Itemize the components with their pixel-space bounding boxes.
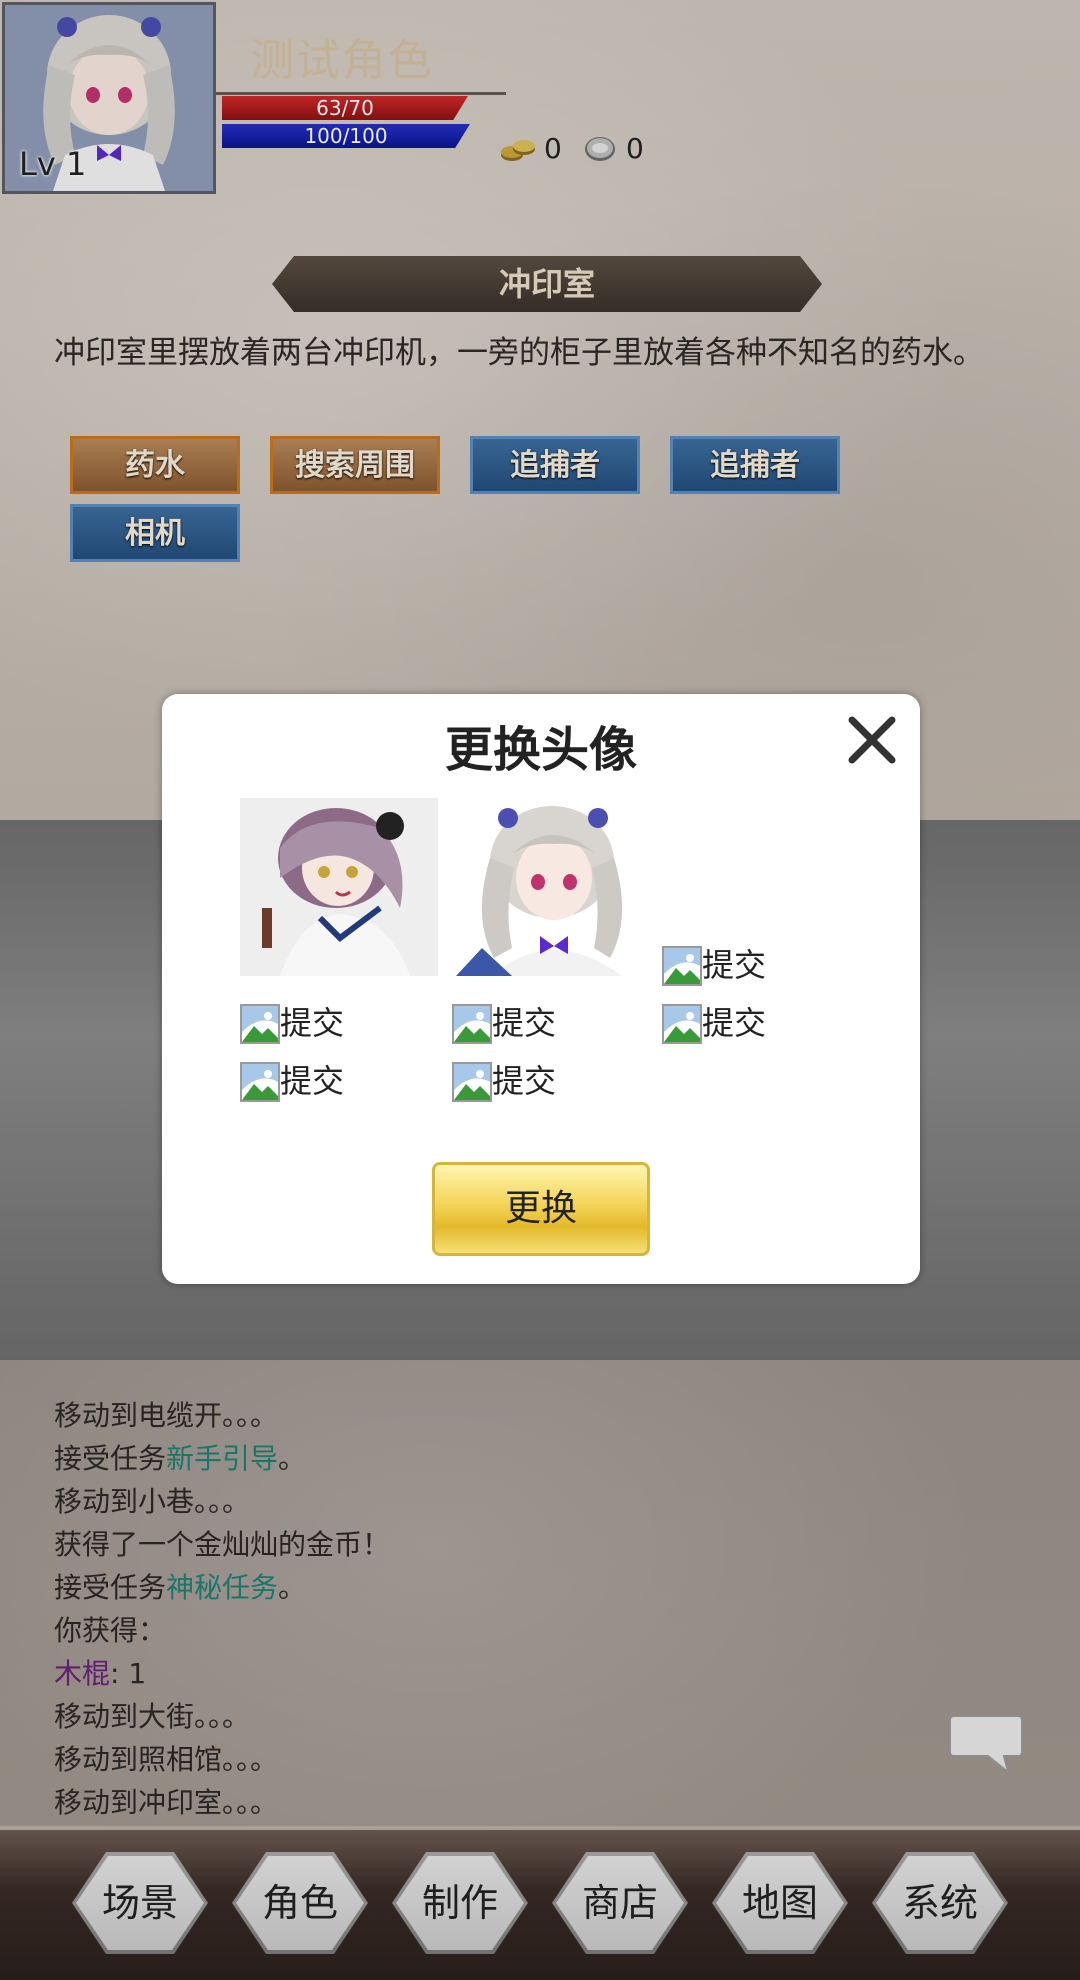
broken-image-icon [240,1062,280,1102]
avatar-option-2[interactable] [452,798,650,976]
broken-image-alt: 提交 [492,1062,557,1100]
broken-image-icon [452,1062,492,1102]
avatar-girl-1-icon [240,798,438,976]
confirm-change-button[interactable]: 更换 [432,1162,650,1256]
avatar-option-8[interactable]: 提交 [452,1056,556,1102]
close-button[interactable] [846,714,898,766]
broken-image-icon [662,946,702,986]
avatar-option-1[interactable] [240,798,438,976]
close-icon [848,716,896,764]
broken-image-alt: 提交 [702,1004,767,1042]
broken-image-icon [240,1004,280,1044]
broken-image-alt: 提交 [280,1004,345,1042]
broken-image-icon [452,1004,492,1044]
broken-image-alt: 提交 [492,1004,557,1042]
avatar-option-5[interactable]: 提交 [452,998,556,1044]
avatar-option-7[interactable]: 提交 [240,1056,344,1102]
change-avatar-dialog: 更换头像 提交 提交 提交 提交 提交 提交 更换 [162,694,920,1284]
avatar-option-3[interactable]: 提交 [662,940,766,986]
avatar-option-6[interactable]: 提交 [662,998,766,1044]
broken-image-icon [662,1004,702,1044]
broken-image-alt: 提交 [280,1062,345,1100]
broken-image-alt: 提交 [702,946,767,984]
avatar-option-4[interactable]: 提交 [240,998,344,1044]
dialog-title: 更换头像 [444,722,637,778]
avatar-girl-2-icon [452,798,650,976]
